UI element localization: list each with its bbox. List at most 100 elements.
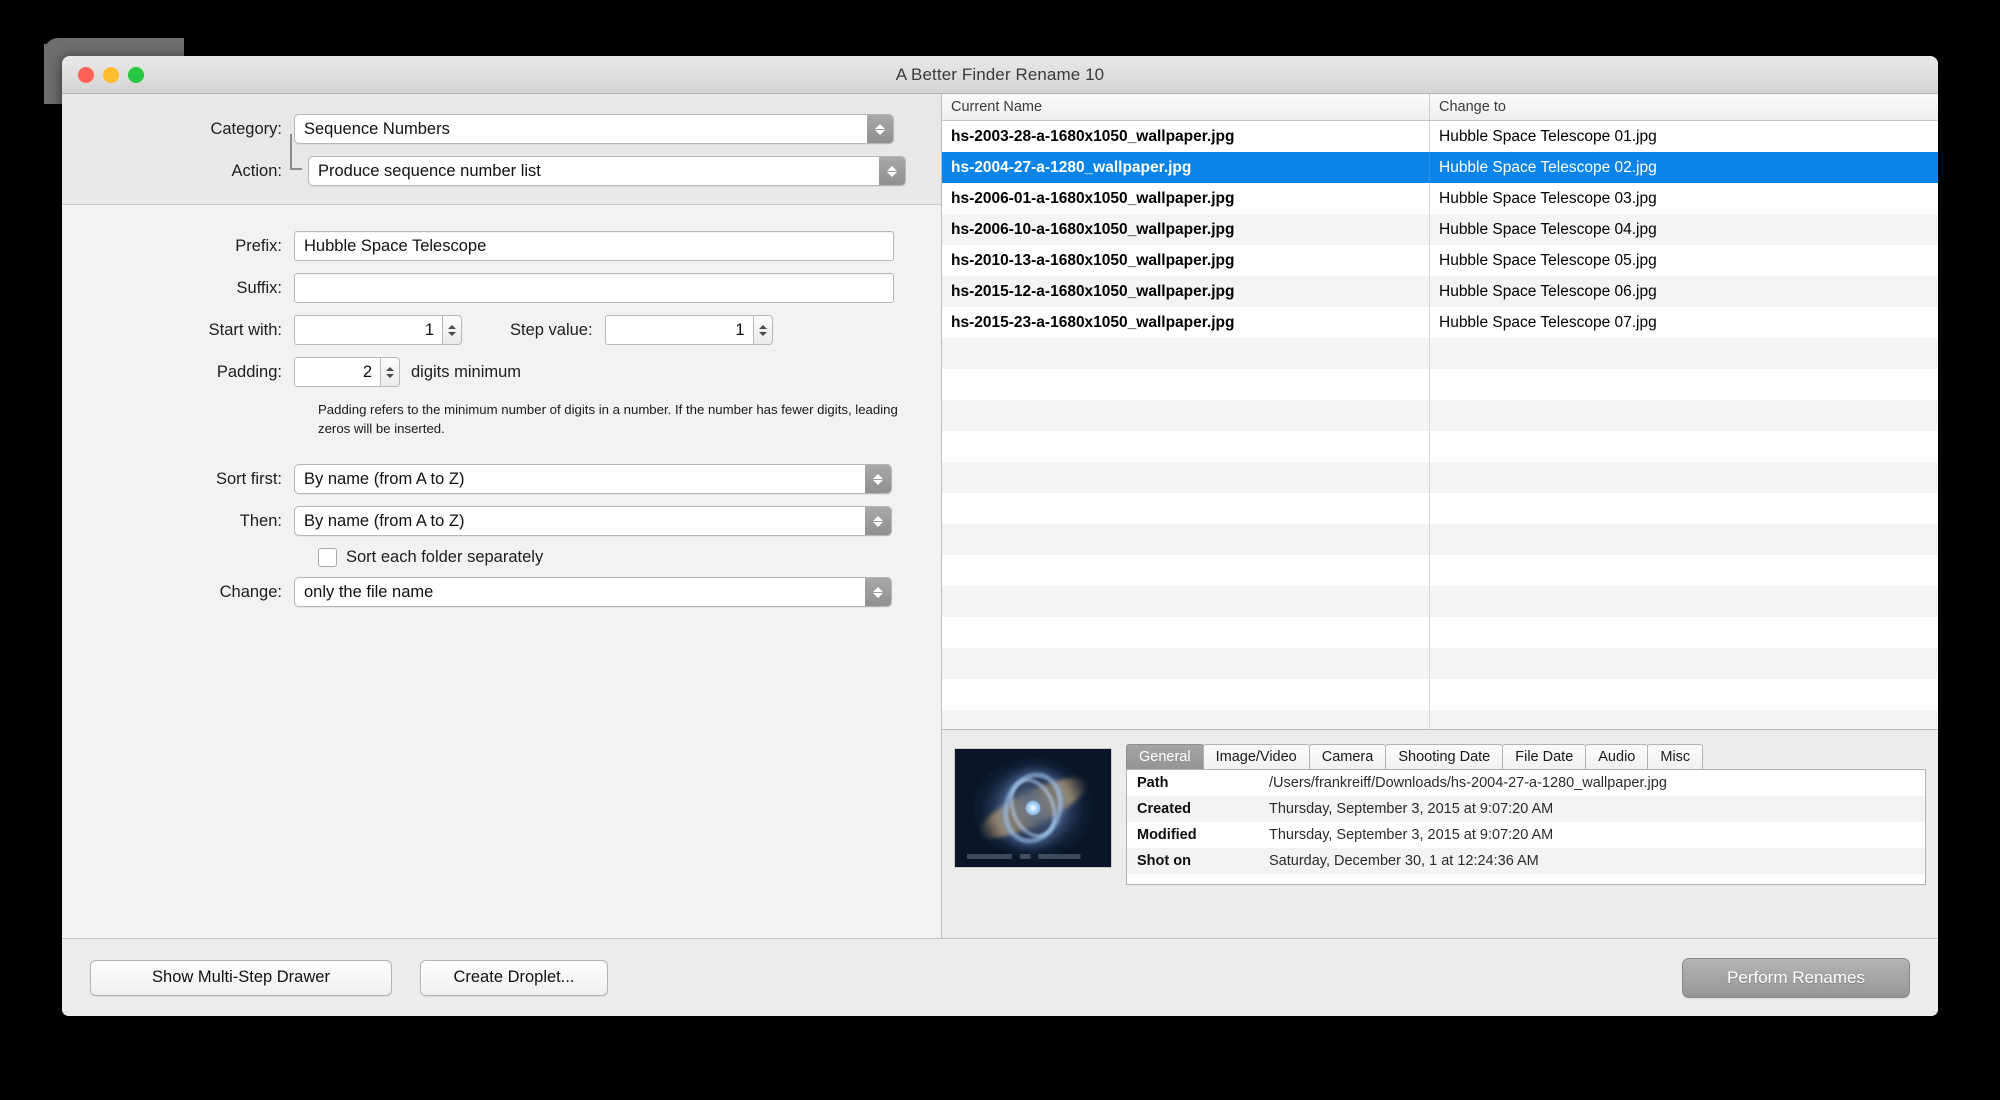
category-dropdown[interactable]: Sequence Numbers xyxy=(294,114,894,144)
metadata-table: Path/Users/frankreiff/Downloads/hs-2004-… xyxy=(1126,769,1926,885)
table-row[interactable]: hs-2006-10-a-1680x1050_wallpaper.jpg Hubb… xyxy=(942,214,1938,245)
table-row[interactable]: hs-2015-23-a-1680x1050_wallpaper.jpg Hubb… xyxy=(942,307,1938,338)
table-row[interactable]: hs-2010-13-a-1680x1050_wallpaper.jpg Hubb… xyxy=(942,245,1938,276)
column-header-current-name[interactable]: Current Name xyxy=(942,94,1430,120)
padding-row: Padding: 2 digits minimum xyxy=(62,357,941,387)
table-row-empty[interactable] xyxy=(942,338,1938,369)
chevron-updown-icon[interactable] xyxy=(865,578,891,607)
padding-label: Padding: xyxy=(216,362,282,381)
metadata-row: Path/Users/frankreiff/Downloads/hs-2004-… xyxy=(1127,770,1925,796)
start-with-input[interactable]: 1 xyxy=(294,315,442,345)
table-row-empty[interactable] xyxy=(942,369,1938,400)
thumbnail-caption-bar xyxy=(967,854,1099,859)
table-row-empty[interactable] xyxy=(942,524,1938,555)
prefix-label: Prefix: xyxy=(235,236,282,255)
padding-stepper[interactable] xyxy=(380,357,400,387)
table-row-empty[interactable] xyxy=(942,555,1938,586)
screen: A Better Finder Rename 10 Category: Sequ… xyxy=(0,0,2000,1100)
chevron-updown-icon[interactable] xyxy=(879,157,905,185)
sort-each-folder-checkbox[interactable] xyxy=(318,548,337,568)
metadata-tab-6[interactable]: Misc xyxy=(1647,744,1704,769)
title-bar: A Better Finder Rename 10 xyxy=(62,56,1938,94)
table-row-empty[interactable] xyxy=(942,710,1938,729)
metadata-row: Created Thursday, September 3, 2015 at 9:… xyxy=(1127,796,1925,822)
metadata-tab-5[interactable]: Audio xyxy=(1585,744,1649,769)
prefix-row: Prefix: Hubble Space Telescope xyxy=(62,231,941,261)
change-value: only the file name xyxy=(304,582,434,601)
action-dropdown-wrap: Produce sequence number list xyxy=(290,134,906,186)
show-multi-step-drawer-button[interactable]: Show Multi-Step Drawer xyxy=(90,959,392,996)
cell-current-name xyxy=(942,338,1430,369)
step-value-label: Step value: xyxy=(510,320,593,339)
table-row-empty[interactable] xyxy=(942,586,1938,617)
metadata-tab-1[interactable]: Image/Video xyxy=(1202,744,1310,769)
create-droplet-button[interactable]: Create Droplet... xyxy=(420,959,608,996)
chevron-updown-icon[interactable] xyxy=(865,465,891,494)
cell-change-to xyxy=(1430,555,1938,586)
column-header-change-to[interactable]: Change to xyxy=(1430,94,1938,120)
sort-first-dropdown[interactable]: By name (from A to Z) xyxy=(294,464,892,495)
cell-current-name: hs-2010-13-a-1680x1050_wallpaper.jpg xyxy=(942,245,1430,276)
parameters-section: Prefix: Hubble Space Telescope Suffix: S… xyxy=(62,205,941,953)
nebula-core-icon xyxy=(1025,800,1041,816)
metadata-tab-2[interactable]: Camera xyxy=(1308,744,1387,769)
table-row-empty[interactable] xyxy=(942,431,1938,462)
sort-then-value: By name (from A to Z) xyxy=(304,511,465,530)
cell-current-name xyxy=(942,369,1430,400)
metadata-row: Shot on Saturday, December 30, 1 at 12:24… xyxy=(1127,848,1925,874)
sort-then-dropdown[interactable]: By name (from A to Z) xyxy=(294,506,892,537)
table-row[interactable]: hs-2006-01-a-1680x1050_wallpaper.jpg Hubb… xyxy=(942,183,1938,214)
suffix-row: Suffix: xyxy=(62,273,941,303)
cell-current-name: hs-2006-10-a-1680x1050_wallpaper.jpg xyxy=(942,214,1430,245)
table-row-empty[interactable] xyxy=(942,462,1938,493)
metadata-value: Saturday, December 30, 1 at 12:24:36 AM xyxy=(1269,853,1539,869)
sort-then-row: Then: By name (from A to Z) xyxy=(62,506,941,537)
table-row[interactable]: hs-2015-12-a-1680x1050_wallpaper.jpg Hubb… xyxy=(942,276,1938,307)
chevron-updown-icon[interactable] xyxy=(865,507,891,536)
cell-change-to: Hubble Space Telescope 05.jpg xyxy=(1439,251,1657,269)
cell-change-to: Hubble Space Telescope 01.jpg xyxy=(1439,127,1657,145)
metadata-tabs[interactable]: General Image/Video Camera Shooting Date Fil… xyxy=(1126,744,1926,769)
suffix-input[interactable] xyxy=(294,273,894,303)
start-with-stepper[interactable] xyxy=(442,315,462,345)
table-row-empty[interactable] xyxy=(942,648,1938,679)
cell-change-to: Hubble Space Telescope 06.jpg xyxy=(1439,282,1657,300)
change-label: Change: xyxy=(219,582,282,601)
sort-first-label: Sort first: xyxy=(215,469,282,488)
table-body[interactable]: hs-2003-28-a-1680x1050_wallpaper.jpg Hubb… xyxy=(942,121,1938,729)
action-dropdown[interactable]: Produce sequence number list xyxy=(308,156,906,186)
padding-input[interactable]: 2 xyxy=(294,357,380,387)
prefix-value: Hubble Space Telescope xyxy=(304,236,487,255)
app-window: A Better Finder Rename 10 Category: Sequ… xyxy=(62,56,1938,1016)
metadata-tab-0[interactable]: General xyxy=(1126,744,1204,769)
step-value-stepper[interactable] xyxy=(752,315,773,345)
step-value-input[interactable]: 1 xyxy=(604,315,753,345)
metadata-pane: General Image/Video Camera Shooting Date Fil… xyxy=(942,729,1938,969)
metadata-tab-3[interactable]: Shooting Date xyxy=(1385,744,1504,769)
cell-change-to xyxy=(1430,493,1938,524)
table-row-empty[interactable] xyxy=(942,400,1938,431)
metadata-tab-4[interactable]: File Date xyxy=(1502,744,1587,769)
table-row-empty[interactable] xyxy=(942,617,1938,648)
chevron-updown-icon[interactable] xyxy=(867,115,893,143)
prefix-input[interactable]: Hubble Space Telescope xyxy=(294,231,894,261)
file-thumbnail xyxy=(954,748,1112,868)
cell-change-to xyxy=(1430,462,1938,493)
cell-change-to xyxy=(1430,400,1938,431)
table-row-empty[interactable] xyxy=(942,493,1938,524)
table-row[interactable]: hs-2004-27-a-1280_wallpaper.jpg Hubble Sp… xyxy=(942,152,1938,183)
sort-section: Sort first: By name (from A to Z) Then: … xyxy=(62,464,941,608)
category-value: Sequence Numbers xyxy=(304,119,450,138)
change-dropdown[interactable]: only the file name xyxy=(294,577,892,608)
table-row-empty[interactable] xyxy=(942,679,1938,710)
cell-current-name xyxy=(942,586,1430,617)
metadata-value: Thursday, September 3, 2015 at 9:07:20 A… xyxy=(1269,801,1554,817)
metadata-tabs-and-table: General Image/Video Camera Shooting Date Fil… xyxy=(1126,744,1926,969)
perform-renames-button[interactable]: Perform Renames xyxy=(1682,957,1910,998)
action-row: Action: Produce sequence number list xyxy=(62,134,941,186)
table-row[interactable]: hs-2003-28-a-1680x1050_wallpaper.jpg Hubb… xyxy=(942,121,1938,152)
cell-current-name xyxy=(942,617,1430,648)
metadata-key: Created xyxy=(1137,801,1191,817)
sort-each-folder-row[interactable]: Sort each folder separately xyxy=(318,548,941,568)
metadata-value: Thursday, September 3, 2015 at 9:07:20 A… xyxy=(1269,827,1554,843)
